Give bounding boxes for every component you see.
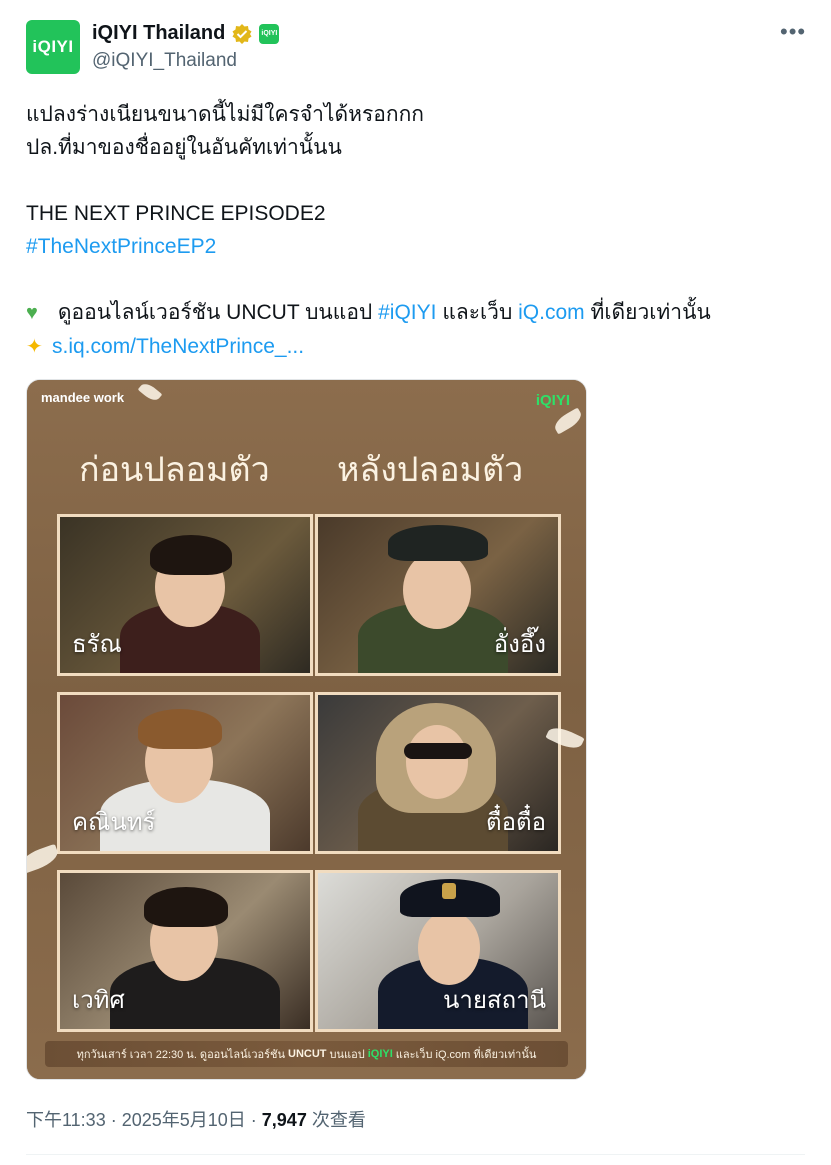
avatar[interactable]: iQIYI	[26, 20, 80, 74]
sparkles-icon: ✦	[26, 336, 43, 358]
tweet-line: ปล.ที่มาของชื่ออยู่ในอันคัทเท่านั้นน	[26, 136, 342, 159]
tweet-line: ♥ ดูออนไลน์เวอร์ชัน UNCUT บนแอป #iQIYI แ…	[26, 296, 806, 330]
banner-iqiyi: iQIYI	[367, 1048, 393, 1060]
panel-after-2: ตื๋อตื๋อ	[315, 692, 561, 854]
panel-label: นายสถานี	[442, 986, 546, 1014]
tweet-line: THE NEXT PRINCE EPISODE2	[26, 202, 326, 225]
verified-badge-icon[interactable]	[231, 23, 253, 45]
panel-before-1: ธรัณ	[57, 514, 313, 676]
panel-before-3: เวทิศ	[57, 870, 313, 1032]
tweet-line: แปลงร่างเนียนขนาดนี้ไม่มีใครจำได้หรอกกก	[26, 103, 425, 126]
name-row: iQIYI Thailand iQIYI	[92, 22, 280, 45]
banner-text: ทุกวันเสาร์ เวลา 22:30 น. ดูออนไลน์เวอร์…	[76, 1049, 286, 1061]
panel-after-1: อั่งอึ๊ง	[315, 514, 561, 676]
iq-com-link[interactable]: iQ.com	[518, 301, 585, 324]
short-link[interactable]: s.iq.com/TheNextPrince_...	[52, 335, 304, 358]
divider	[26, 1154, 805, 1155]
poster-banner: ทุกวันเสาร์ เวลา 22:30 น. ดูออนไลน์เวอร์…	[45, 1041, 568, 1067]
views-label: 次查看	[306, 1110, 366, 1130]
handle[interactable]: @iQIYI_Thailand	[92, 50, 237, 72]
panel-label: ธรัณ	[72, 630, 122, 658]
tweet-text: แปลงร่างเนียนขนาดนี้ไม่มีใครจำได้หรอกกก …	[26, 98, 806, 364]
heading-after: หลังปลอมตัว	[337, 450, 524, 490]
banner-text: บนแอป	[329, 1049, 365, 1061]
tweet-segment: ดูออนไลน์เวอร์ชัน UNCUT บนแอป	[57, 301, 373, 324]
banner-text: และเว็บ iQ.com ที่เดียวเท่านั้น	[395, 1049, 537, 1061]
iqiyi-hashtag-link[interactable]: #iQIYI	[378, 301, 436, 324]
panel-label: อั่งอึ๊ง	[493, 630, 546, 658]
tweet-segment: และเว็บ	[442, 301, 513, 324]
avatar-logo: iQIYI	[32, 37, 74, 56]
view-count: 7,947	[261, 1110, 307, 1130]
panel-label: ตื๋อตื๋อ	[486, 808, 546, 836]
affiliate-badge-icon[interactable]: iQIYI	[259, 23, 280, 44]
timestamp[interactable]: 下午11:33 · 2025年5月10日 ·	[26, 1110, 262, 1130]
iqiyi-logo: iQIYI	[535, 392, 570, 409]
hashtag-link[interactable]: #TheNextPrinceEP2	[26, 235, 216, 258]
tweet-segment: ที่เดียวเท่านั้น	[590, 301, 711, 324]
tweet-media-image[interactable]: mandee work iQIYI ก่อนปลอมตัว หลังปลอมตั…	[26, 379, 587, 1080]
green-heart-icon: ♥	[26, 302, 38, 324]
panel-before-2: คณินทร์	[57, 692, 313, 854]
mandee-logo: mandee work	[41, 390, 125, 405]
more-options-icon[interactable]: •••	[780, 21, 805, 46]
panel-after-3: นายสถานี	[315, 870, 561, 1032]
display-name[interactable]: iQIYI Thailand	[92, 22, 225, 45]
panel-label: คณินทร์	[72, 808, 156, 836]
tweet-meta: 下午11:33 · 2025年5月10日 · 7,947 次查看	[26, 1106, 366, 1132]
banner-uncut: UNCUT	[288, 1048, 327, 1060]
panel-label: เวทิศ	[72, 986, 125, 1014]
tweet-card: iQIYI iQIYI Thailand iQIYI @iQIYI_Thaila…	[0, 0, 831, 1165]
heading-before: ก่อนปลอมตัว	[79, 450, 270, 490]
